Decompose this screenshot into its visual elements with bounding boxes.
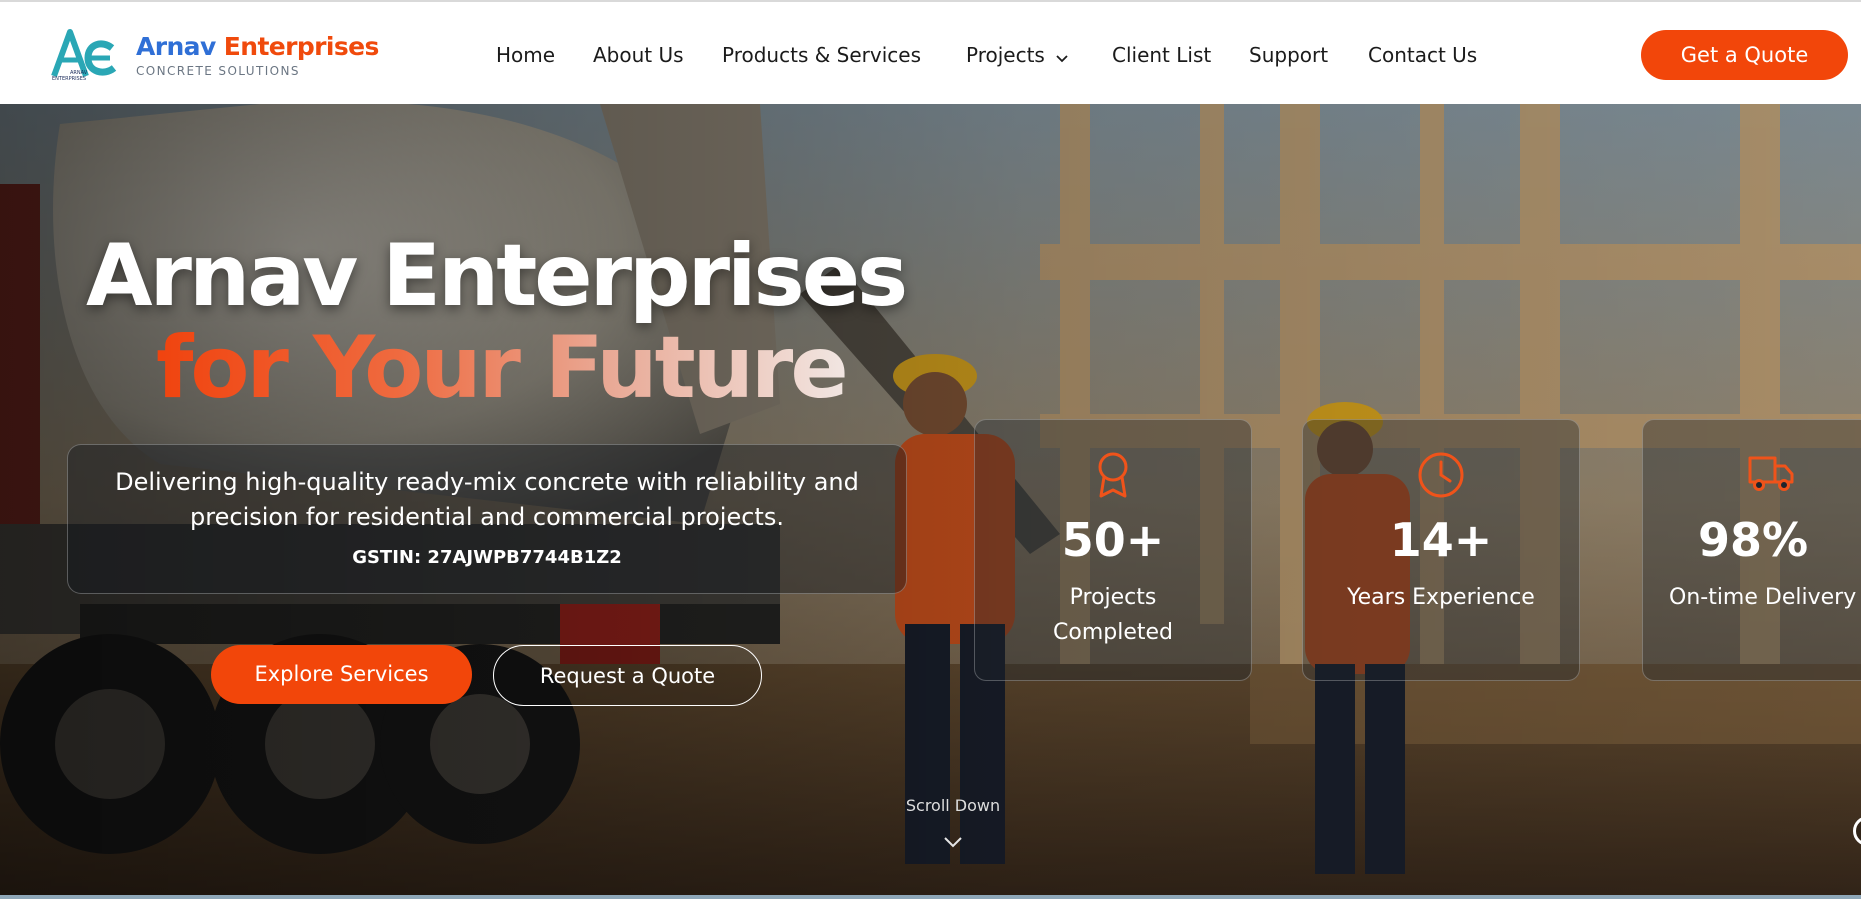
request-quote-button[interactable]: Request a Quote <box>493 645 762 706</box>
clock-icon <box>1303 450 1579 502</box>
nav-contact-us[interactable]: Contact Us <box>1368 38 1477 72</box>
brand-name-part1: Arnav <box>136 32 216 61</box>
stat-label: Years Experience <box>1303 580 1579 615</box>
stat-label-line: Projects <box>1069 585 1157 610</box>
nav-home[interactable]: Home <box>496 38 555 72</box>
stat-value: 98% <box>1697 513 1809 567</box>
hero-bottom-border <box>0 895 1861 899</box>
stat-label-line: Years Experience <box>1347 585 1535 610</box>
award-ribbon-icon <box>975 450 1251 502</box>
brand-tagline: CONCRETE SOLUTIONS <box>136 64 300 78</box>
nav-projects[interactable]: Projects <box>966 38 1069 74</box>
nav-products-services[interactable]: Products & Services <box>722 38 921 72</box>
gstin-number: GSTIN: 27AJWPB7744B1Z2 <box>352 547 622 568</box>
brand-logo[interactable]: ARNAV ENTERPRISES <box>50 26 122 84</box>
hero-description-card: Delivering high-quality ready-mix concre… <box>67 444 907 594</box>
get-a-quote-button[interactable]: Get a Quote <box>1641 30 1848 80</box>
hero-subheadline: for Your Future <box>156 318 849 418</box>
stat-card-delivery: 98% On-time Delivery <box>1642 419 1861 681</box>
hero-description: Delivering high-quality ready-mix concre… <box>115 468 859 531</box>
stat-label-line: On-time Delivery <box>1669 585 1857 610</box>
hero-headline: Arnav Enterprises <box>86 226 908 326</box>
nav-client-list[interactable]: Client List <box>1112 38 1211 72</box>
brand-text[interactable]: Arnav Enterprises CONCRETE SOLUTIONS <box>136 32 379 79</box>
logo-caption-2: ENTERPRISES <box>52 76 86 82</box>
stat-value: 14+ <box>1389 513 1493 567</box>
truck-icon <box>1747 450 1795 502</box>
nav-about-us[interactable]: About Us <box>593 38 684 72</box>
site-header: ARNAV ENTERPRISES Arnav Enterprises CONC… <box>0 0 1861 104</box>
stat-label: Projects Completed <box>975 580 1251 650</box>
nav-support[interactable]: Support <box>1249 38 1328 72</box>
stat-value: 50+ <box>1061 513 1165 567</box>
scroll-down-label[interactable]: Scroll Down <box>893 796 1013 815</box>
ae-monogram-icon: ARNAV ENTERPRISES <box>51 29 117 82</box>
brand-name: Arnav Enterprises <box>136 32 379 62</box>
nav-projects-label: Projects <box>966 43 1045 67</box>
stat-card-projects: 50+ Projects Completed <box>974 419 1252 681</box>
stat-card-experience: 14+ Years Experience <box>1302 419 1580 681</box>
stat-label: On-time Delivery <box>1639 580 1856 615</box>
brand-name-part2: Enterprises <box>223 32 380 61</box>
stat-label-line: Completed <box>1053 620 1173 645</box>
explore-services-button[interactable]: Explore Services <box>211 645 472 704</box>
chevron-down-icon <box>1055 40 1069 74</box>
chevron-down-icon[interactable] <box>942 834 964 853</box>
